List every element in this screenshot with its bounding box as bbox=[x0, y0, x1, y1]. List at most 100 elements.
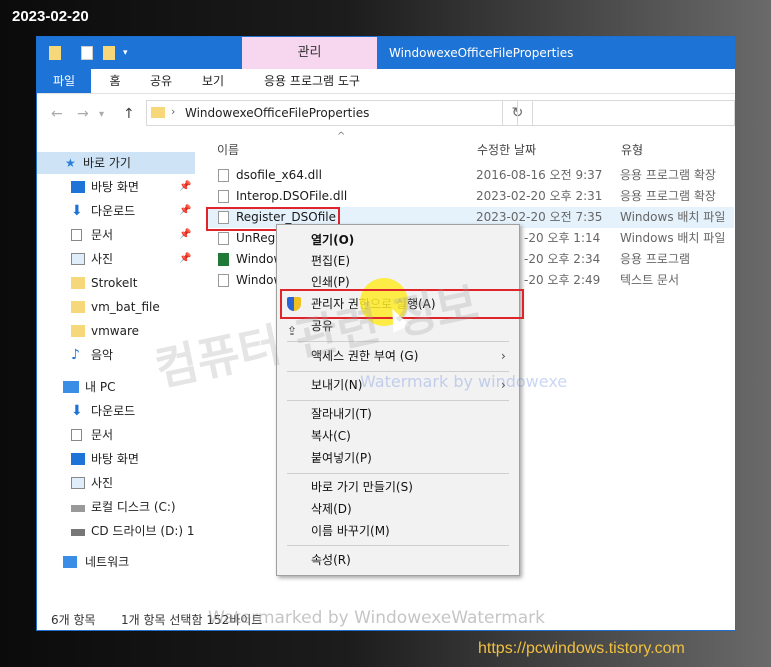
quick-access-dropdown-icon[interactable]: ▾ bbox=[123, 46, 135, 60]
music-icon: ♪ bbox=[71, 347, 80, 363]
nav-label: 내 PC bbox=[85, 380, 116, 394]
nav-this-pc[interactable]: 내 PC bbox=[37, 376, 195, 398]
download-icon: ⬇ bbox=[71, 203, 83, 219]
nav-item-documents[interactable]: 문서 📌 bbox=[37, 224, 195, 246]
nav-pc-downloads[interactable]: ⬇ 다운로드 bbox=[37, 400, 195, 422]
title-bar: ▾ 관리 WindowexeOfficeFileProperties bbox=[37, 37, 735, 69]
nav-item-strokeit[interactable]: StrokeIt bbox=[37, 272, 195, 294]
nav-label: 네트워크 bbox=[85, 555, 130, 569]
star-icon: ★ bbox=[65, 156, 76, 170]
share-icon: ⇪ bbox=[287, 324, 298, 338]
file-row[interactable]: Interop.DSOFile.dll 2023-02-20 오후 2:31 응… bbox=[206, 186, 734, 207]
nav-item-music[interactable]: ♪ 음악 bbox=[37, 344, 195, 366]
menu-item-create-shortcut[interactable]: 바로 가기 만들기(S) bbox=[277, 476, 519, 498]
nav-pc-local-disk[interactable]: 로컬 디스크 (C:) bbox=[37, 496, 195, 518]
nav-pc-documents[interactable]: 문서 bbox=[37, 424, 195, 446]
file-type: 응용 프로그램 확장 bbox=[620, 189, 716, 203]
cd-drive-icon bbox=[71, 529, 85, 536]
menu-item-delete[interactable]: 삭제(D) bbox=[277, 498, 519, 520]
menu-item-paste[interactable]: 붙여넣기(P) bbox=[277, 447, 519, 469]
nav-item-desktop[interactable]: 바탕 화면 📌 bbox=[37, 176, 195, 198]
nav-label: 바로 가기 bbox=[83, 156, 131, 170]
column-headers: ^ 이름 수정한 날짜 유형 bbox=[207, 131, 735, 159]
nav-network[interactable]: 네트워크 bbox=[37, 551, 195, 573]
computer-icon bbox=[63, 381, 79, 393]
tab-view[interactable]: 보기 bbox=[193, 69, 233, 93]
file-date: -20 오후 2:34 bbox=[524, 252, 601, 266]
pin-icon: 📌 bbox=[179, 229, 192, 240]
menu-label: 바로 가기 만들기(S) bbox=[311, 480, 413, 494]
tab-home[interactable]: 홈 bbox=[99, 69, 131, 93]
folder-icon bbox=[71, 277, 85, 289]
menu-item-send-to[interactable]: 보내기(N) › bbox=[277, 374, 519, 396]
context-menu: 열기(O) 편집(E) 인쇄(P) 관리자 권한으로 실행(A) ⇪ 공유 액세… bbox=[276, 224, 520, 576]
column-date[interactable]: 수정한 날짜 bbox=[477, 141, 536, 158]
breadcrumb-path[interactable]: WindowexeOfficeFileProperties bbox=[185, 106, 369, 120]
menu-item-give-access[interactable]: 액세스 권한 부여 (G) › bbox=[277, 345, 519, 367]
up-arrow-icon[interactable]: ↑ bbox=[123, 106, 135, 122]
nav-item-pictures[interactable]: 사진 📌 bbox=[37, 248, 195, 270]
menu-item-cut[interactable]: 잘라내기(T) bbox=[277, 403, 519, 425]
pictures-icon bbox=[71, 253, 85, 265]
dll-file-icon bbox=[218, 169, 229, 182]
menu-item-edit[interactable]: 편집(E) bbox=[277, 250, 519, 272]
properties-icon[interactable] bbox=[81, 46, 93, 60]
column-type[interactable]: 유형 bbox=[621, 141, 643, 158]
menu-item-properties[interactable]: 속성(R) bbox=[277, 549, 519, 571]
recent-dropdown-icon[interactable]: ▾ bbox=[99, 109, 104, 120]
menu-label: 속성(R) bbox=[311, 553, 351, 567]
status-bar: 6개 항목 1개 항목 선택함 152바이트 bbox=[37, 605, 735, 629]
address-input[interactable]: › WindowexeOfficeFileProperties bbox=[146, 100, 503, 126]
nav-label: 로컬 디스크 (C:) bbox=[91, 500, 176, 514]
file-date: -20 오후 1:14 bbox=[524, 231, 601, 245]
file-name: dsofile_x64.dll bbox=[236, 168, 322, 182]
nav-label: 다운로드 bbox=[91, 204, 136, 218]
nav-item-downloads[interactable]: ⬇ 다운로드 📌 bbox=[37, 200, 195, 222]
pin-icon: 📌 bbox=[179, 253, 192, 264]
excel-app-icon bbox=[218, 253, 229, 266]
file-name: Interop.DSOFile.dll bbox=[236, 189, 348, 203]
nav-label: StrokeIt bbox=[91, 276, 138, 290]
folder-icon[interactable] bbox=[49, 46, 61, 60]
file-type: 텍스트 문서 bbox=[620, 273, 680, 287]
tab-share[interactable]: 공유 bbox=[141, 69, 181, 93]
menu-item-open[interactable]: 열기(O) bbox=[277, 229, 519, 251]
nav-label: 사진 bbox=[91, 476, 114, 490]
menu-item-rename[interactable]: 이름 바꾸기(M) bbox=[277, 520, 519, 542]
document-icon bbox=[71, 429, 82, 441]
nav-label: 바탕 화면 bbox=[91, 452, 139, 466]
nav-quick-access[interactable]: ★ 바로 가기 bbox=[37, 152, 195, 174]
file-row[interactable]: dsofile_x64.dll 2016-08-16 오전 9:37 응용 프로… bbox=[206, 165, 734, 186]
column-name[interactable]: 이름 bbox=[217, 141, 239, 158]
menu-label: 이름 바꾸기(M) bbox=[311, 524, 390, 538]
new-folder-icon[interactable] bbox=[103, 46, 115, 60]
menu-separator bbox=[287, 473, 509, 474]
folder-icon bbox=[151, 107, 165, 118]
address-bar-row: ← → ▾ ↑ › WindowexeOfficeFileProperties … bbox=[37, 94, 735, 134]
tab-app-tools[interactable]: 응용 프로그램 도구 bbox=[247, 69, 377, 93]
nav-pc-pictures[interactable]: 사진 bbox=[37, 472, 195, 494]
menu-item-copy[interactable]: 복사(C) bbox=[277, 425, 519, 447]
contextual-tab-manage[interactable]: 관리 bbox=[242, 37, 377, 69]
file-date: 2016-08-16 오전 9:37 bbox=[476, 168, 603, 182]
tab-file[interactable]: 파일 bbox=[37, 69, 91, 93]
search-input[interactable] bbox=[517, 100, 735, 126]
nav-label: CD 드라이브 (D:) 1 bbox=[91, 524, 195, 538]
forward-arrow-icon[interactable]: → bbox=[77, 106, 89, 122]
back-arrow-icon[interactable]: ← bbox=[51, 106, 63, 122]
date-stamp: 2023-02-20 bbox=[12, 8, 89, 25]
nav-item-vm-bat-file[interactable]: vm_bat_file bbox=[37, 296, 195, 318]
drive-icon bbox=[71, 505, 85, 512]
file-type: Windows 배치 파일 bbox=[620, 231, 726, 245]
nav-item-vmware[interactable]: vmware bbox=[37, 320, 195, 342]
download-icon: ⬇ bbox=[71, 403, 83, 419]
pin-icon: 📌 bbox=[179, 205, 192, 216]
file-type: Windows 배치 파일 bbox=[620, 210, 726, 224]
menu-separator bbox=[287, 371, 509, 372]
file-date: -20 오후 2:49 bbox=[524, 273, 601, 287]
menu-label: 삭제(D) bbox=[311, 502, 352, 516]
nav-label: 바탕 화면 bbox=[91, 180, 139, 194]
navigation-pane: ★ 바로 가기 바탕 화면 📌 ⬇ 다운로드 📌 문서 📌 사진 📌 Strok… bbox=[37, 137, 205, 597]
nav-pc-desktop[interactable]: 바탕 화면 bbox=[37, 448, 195, 470]
nav-pc-cd-drive[interactable]: CD 드라이브 (D:) 1 bbox=[37, 520, 195, 542]
